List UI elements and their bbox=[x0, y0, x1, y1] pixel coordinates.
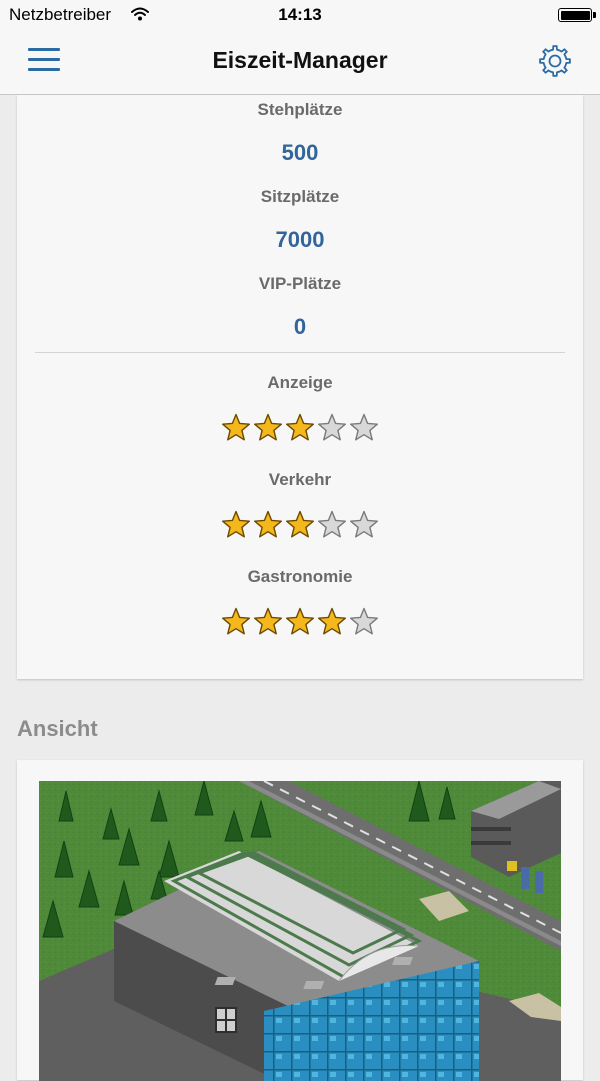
star-empty-icon bbox=[349, 413, 379, 441]
star-empty-icon bbox=[317, 510, 347, 538]
star-filled-icon bbox=[253, 510, 283, 538]
stadium-isometric-image bbox=[39, 781, 561, 1081]
rating-stars-display bbox=[17, 413, 583, 443]
star-filled-icon bbox=[285, 413, 315, 441]
rating-stars-traffic bbox=[17, 510, 583, 540]
standing-places-label: Stehplätze bbox=[257, 100, 343, 119]
star-filled-icon bbox=[285, 510, 315, 538]
gear-icon[interactable] bbox=[538, 44, 572, 78]
star-filled-icon bbox=[317, 607, 347, 635]
star-empty-icon bbox=[317, 413, 347, 441]
rating-label-traffic: Verkehr bbox=[268, 470, 332, 489]
star-empty-icon bbox=[349, 607, 379, 635]
vip-places-label: VIP-Plätze bbox=[258, 274, 342, 293]
divider bbox=[35, 352, 565, 353]
section-title-view: Ansicht bbox=[17, 716, 98, 741]
stadium-view-card bbox=[17, 760, 583, 1081]
star-filled-icon bbox=[253, 607, 283, 635]
star-filled-icon bbox=[221, 607, 251, 635]
seats-value: 7000 bbox=[275, 227, 325, 252]
status-bar: Netzbetreiber 14:13 bbox=[0, 0, 600, 30]
rating-stars-gastronomy bbox=[17, 607, 583, 637]
rating-label-gastronomy: Gastronomie bbox=[247, 567, 353, 586]
status-time: 14:13 bbox=[278, 5, 322, 24]
star-filled-icon bbox=[221, 413, 251, 441]
star-empty-icon bbox=[349, 510, 379, 538]
star-filled-icon bbox=[285, 607, 315, 635]
page-title: Eiszeit-Manager bbox=[212, 47, 388, 73]
stadium-stats-card: Stehplätze 500 Sitzplätze 7000 VIP-Plätz… bbox=[17, 95, 583, 679]
seats-label: Sitzplätze bbox=[260, 187, 340, 206]
navigation-bar: Eiszeit-Manager bbox=[0, 30, 600, 95]
star-filled-icon bbox=[221, 510, 251, 538]
battery-icon bbox=[558, 8, 596, 22]
star-filled-icon bbox=[253, 413, 283, 441]
vip-places-value: 0 bbox=[293, 314, 307, 339]
standing-places-value: 500 bbox=[281, 140, 319, 165]
rating-label-display: Anzeige bbox=[267, 373, 333, 392]
